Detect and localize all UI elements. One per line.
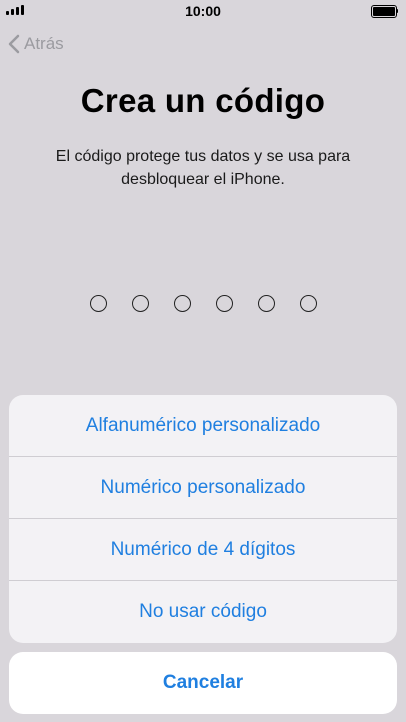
chevron-left-icon	[8, 34, 20, 54]
passcode-dot	[215, 295, 233, 312]
passcode-dot	[131, 295, 149, 312]
status-bar: 10:00	[0, 0, 406, 22]
passcode-dot	[173, 295, 191, 312]
option-alphanumeric-custom[interactable]: Alfanumérico personalizado	[9, 395, 397, 457]
passcode-dot	[257, 295, 275, 312]
back-label: Atrás	[24, 34, 64, 53]
option-numeric-custom[interactable]: Numérico personalizado	[9, 457, 397, 519]
back-button[interactable]: Atrás	[8, 34, 64, 54]
passcode-dots	[0, 295, 406, 312]
passcode-dot	[299, 295, 317, 312]
page-title: Crea un código	[80, 82, 326, 119]
cancel-button[interactable]: Cancelar	[9, 652, 397, 714]
passcode-options-sheet: Alfanumérico personalizado Numérico pers…	[9, 395, 397, 643]
passcode-dot	[89, 295, 107, 312]
option-numeric-4-digit[interactable]: Numérico de 4 dígitos	[9, 519, 397, 581]
status-time: 10:00	[185, 3, 221, 19]
battery-icon	[371, 5, 398, 18]
page-subtitle: El código protege tus datos y se usa par…	[55, 148, 351, 188]
option-no-passcode[interactable]: No usar código	[9, 581, 397, 643]
